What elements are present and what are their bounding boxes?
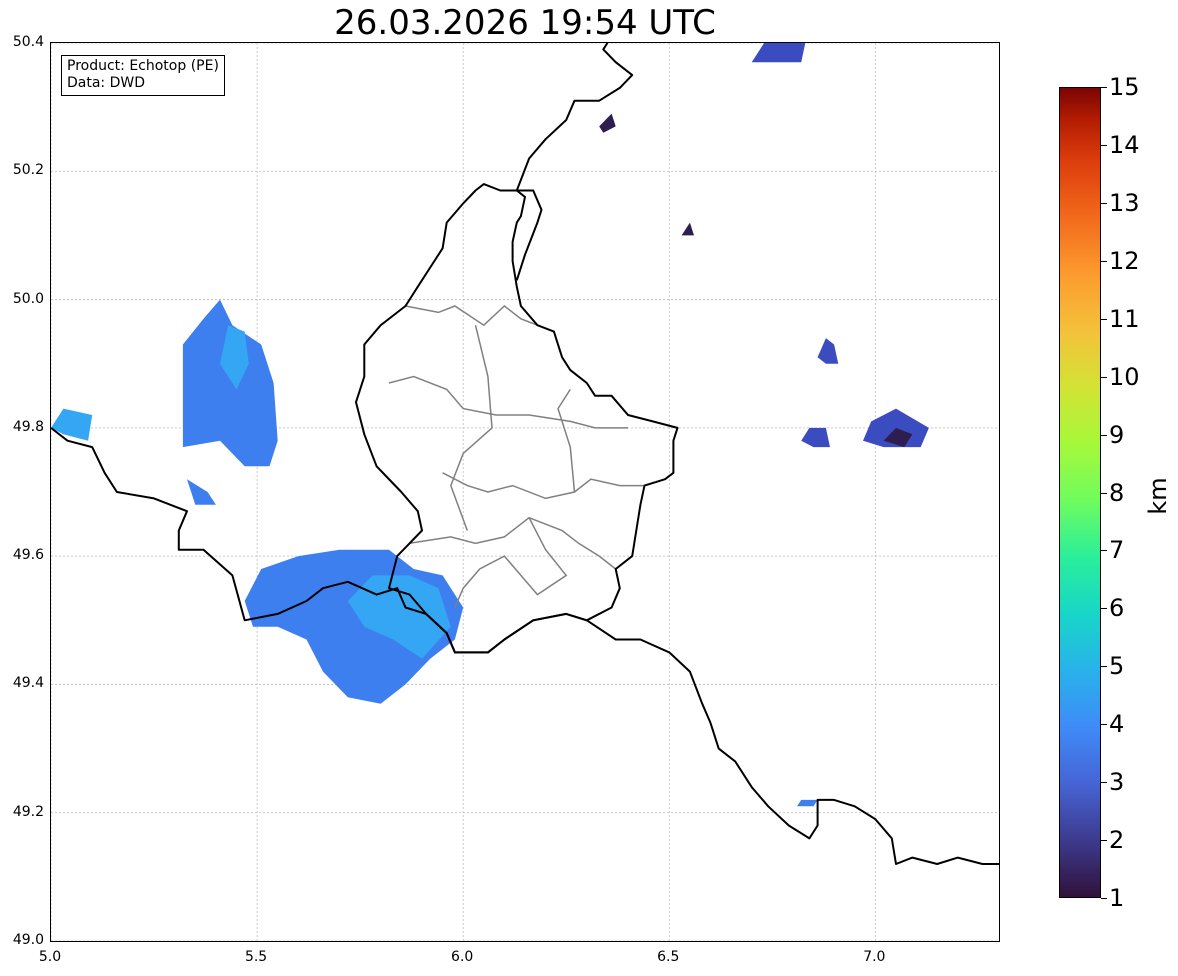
colorbar-tick	[1101, 550, 1107, 552]
colorbar-tick	[1101, 202, 1107, 204]
map-plot-area	[50, 42, 1000, 942]
y-tick-label: 49.0	[12, 932, 44, 948]
country-borders	[51, 43, 999, 865]
colorbar-tick	[1101, 898, 1107, 899]
colorbar-tick	[1101, 608, 1107, 610]
x-tick-label: 5.5	[244, 949, 268, 965]
y-tick-label: 49.8	[12, 418, 44, 435]
colorbar-tick	[1101, 666, 1107, 668]
colorbar-label: 3	[1109, 768, 1125, 797]
cell-east-b	[801, 427, 830, 448]
y-tick-label: 50.0	[12, 290, 44, 307]
map-title: 26.03.2026 19:54 UTC	[334, 3, 716, 43]
district-line-0	[409, 516, 617, 570]
colorbar-label: 10	[1109, 362, 1140, 391]
cell-north-top	[751, 43, 806, 63]
y-tick-label: 49.6	[12, 547, 44, 564]
colorbar-tick	[1101, 434, 1107, 436]
cell-edge-west	[51, 408, 93, 441]
colorbar-label: 1	[1109, 884, 1125, 912]
cell-north-small-b	[681, 222, 694, 236]
district-line-3	[405, 305, 538, 327]
colorbar-label: 14	[1109, 130, 1140, 159]
radar-map	[51, 43, 999, 941]
colorbar-tick	[1101, 376, 1107, 378]
colorbar-label: 6	[1109, 594, 1125, 623]
cell-east-a	[817, 338, 839, 364]
cell-west-large	[182, 299, 278, 467]
cell-north-small-a	[599, 113, 616, 133]
y-tick-label: 49.2	[12, 803, 44, 820]
colorbar-tick	[1101, 492, 1107, 494]
product-label: Product: Echotop (PE)	[67, 58, 219, 74]
colorbar-label: 2	[1109, 826, 1125, 855]
belgian-border-segment	[515, 43, 634, 191]
colorbar-label: 13	[1109, 188, 1140, 217]
district-line-6	[557, 388, 576, 493]
district-line-1	[442, 472, 645, 500]
colorbar-label: 11	[1109, 304, 1140, 333]
colorbar-tick	[1101, 840, 1107, 842]
district-boundaries	[388, 305, 645, 608]
precipitation-cells	[51, 43, 929, 807]
cell-small-sw	[187, 479, 216, 505]
colorbar-tick	[1101, 782, 1107, 784]
colorbar-tick	[1101, 144, 1107, 146]
x-tick-label: 6.5	[657, 949, 680, 965]
colorbar-tick	[1101, 87, 1107, 88]
x-tick-label: 6.0	[451, 949, 474, 965]
x-tick-label: 5.0	[38, 949, 62, 965]
colorbar-tick	[1101, 260, 1107, 262]
colorbar-label: 15	[1109, 73, 1140, 101]
district-line-2	[388, 375, 628, 429]
colorbar	[1059, 87, 1101, 898]
colorbar-tick	[1101, 318, 1107, 320]
data-source-label: Data: DWD	[67, 75, 145, 91]
x-tick-label: 7.0	[863, 949, 886, 965]
colorbar-label: 9	[1109, 420, 1125, 449]
colorbar-label: 7	[1109, 536, 1125, 565]
colorbar-unit: km	[1144, 477, 1172, 515]
colorbar-label: 12	[1109, 246, 1140, 275]
colorbar-label: 4	[1109, 710, 1125, 739]
info-box: Product: Echotop (PE) Data: DWD	[61, 55, 225, 96]
colorbar-tick	[1101, 724, 1107, 726]
colorbar-label: 5	[1109, 652, 1125, 681]
y-tick-label: 50.4	[12, 34, 44, 50]
colorbar-label: 8	[1109, 478, 1125, 507]
cell-south-east-small	[797, 799, 818, 807]
y-tick-label: 49.4	[12, 675, 44, 692]
german-border-segment	[515, 189, 543, 281]
y-tick-label: 50.2	[12, 162, 44, 179]
